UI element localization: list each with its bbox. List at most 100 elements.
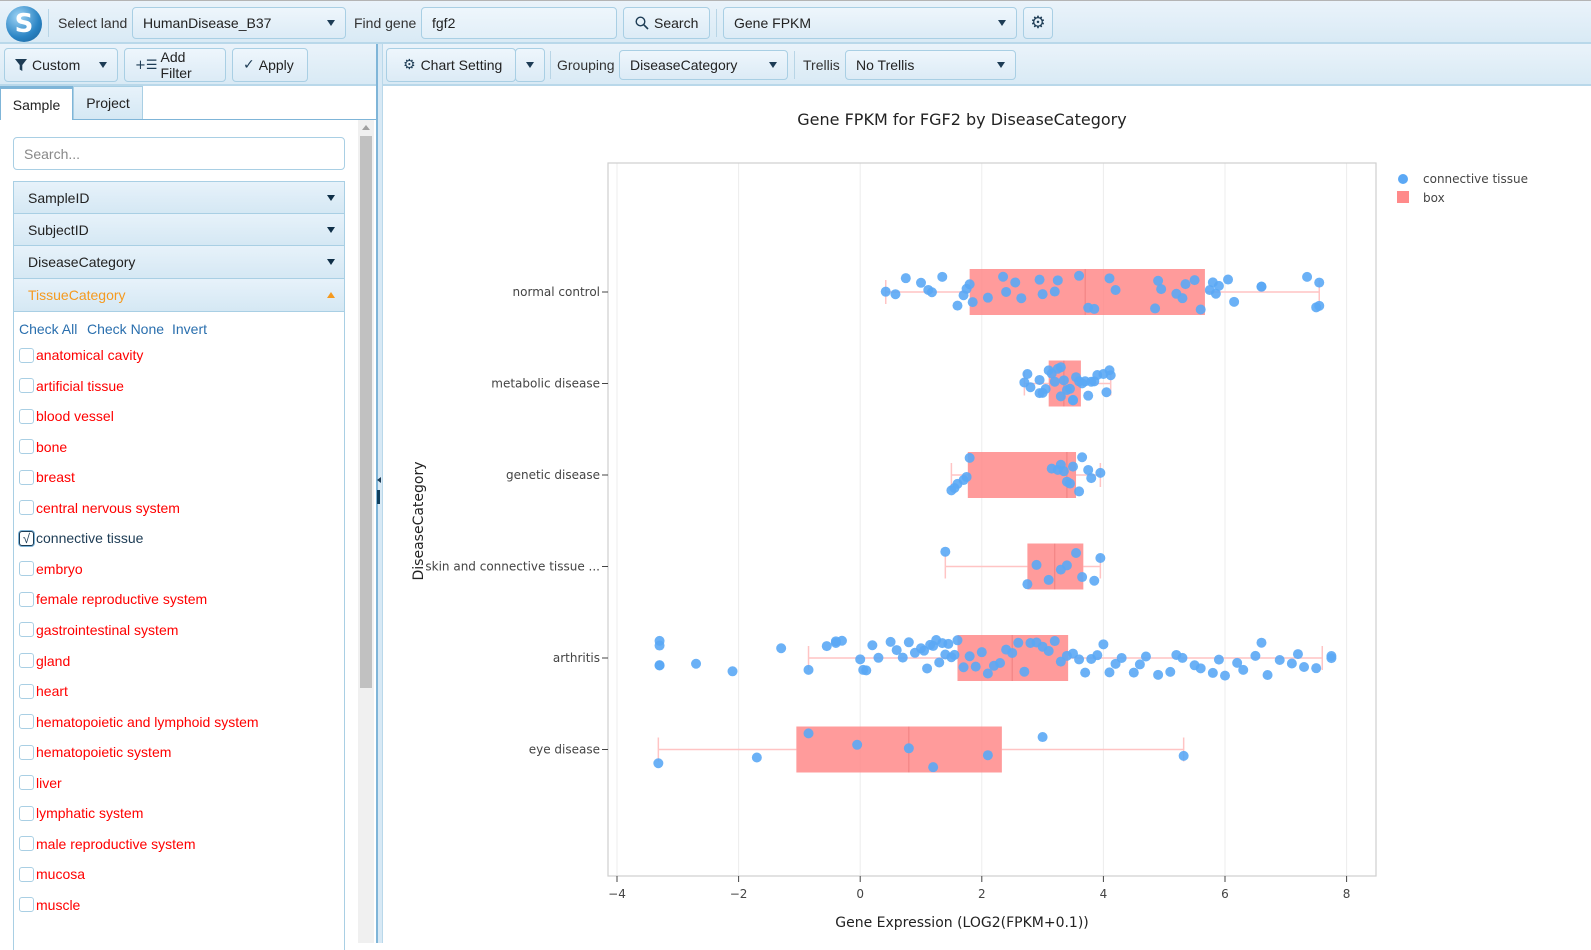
measure-select[interactable]: Gene FPKM <box>723 7 1017 39</box>
tissue-item-label: hematopoietic system <box>36 744 172 761</box>
accordion-tissuecategory[interactable]: TissueCategory <box>13 279 345 312</box>
splitter-handle[interactable] <box>377 490 380 504</box>
panel-scrollbar[interactable] <box>358 120 374 943</box>
data-point <box>1074 654 1085 665</box>
scroll-up-arrow-icon[interactable] <box>362 125 370 130</box>
tissue-item[interactable]: gland <box>19 651 70 671</box>
trellis-select[interactable]: No Trellis <box>845 50 1016 80</box>
checkbox[interactable] <box>19 744 34 760</box>
chevron-down-icon <box>327 227 335 233</box>
x-tick-label: 6 <box>1221 887 1229 901</box>
checkbox[interactable] <box>19 805 34 821</box>
checkbox[interactable] <box>19 347 34 363</box>
divider <box>550 51 551 79</box>
tissue-item[interactable]: gastrointestinal system <box>19 620 178 640</box>
checkbox[interactable] <box>19 439 34 455</box>
custom-filter-dropdown[interactable]: Custom <box>4 48 118 82</box>
data-point <box>1092 650 1103 661</box>
checkbox[interactable] <box>19 836 34 852</box>
y-tick-label: normal control <box>513 285 600 299</box>
land-select[interactable]: HumanDisease_B37 <box>132 7 346 39</box>
tissue-item[interactable]: hematopoietic system <box>19 742 171 762</box>
chevron-down-icon <box>99 62 107 68</box>
tab-sample[interactable]: Sample <box>0 86 73 120</box>
data-point <box>1061 560 1072 571</box>
tissue-item[interactable]: liver <box>19 773 62 793</box>
settings-button[interactable]: ⚙ <box>1023 7 1053 39</box>
tissue-item[interactable]: mucosa <box>19 864 85 884</box>
checkbox[interactable] <box>19 591 34 607</box>
scrollbar-thumb[interactable] <box>360 136 372 688</box>
checkbox[interactable] <box>19 378 34 394</box>
data-point <box>1077 452 1088 463</box>
checkbox[interactable] <box>19 866 34 882</box>
checkbox[interactable] <box>19 500 34 516</box>
checkbox[interactable] <box>19 561 34 577</box>
tissue-item[interactable]: hematopoietic and lymphoid system <box>19 712 259 732</box>
tissue-item[interactable]: bone <box>19 437 67 457</box>
data-point <box>900 273 911 284</box>
chart-setting-button[interactable]: ⚙ Chart Setting <box>386 48 516 82</box>
tissue-item[interactable]: heart <box>19 681 68 701</box>
accordion-sampleid[interactable]: SampleID <box>13 181 345 214</box>
filter-search-input[interactable]: Search... <box>13 137 345 170</box>
data-point <box>727 666 738 677</box>
check-none-link[interactable]: Check None <box>87 321 164 337</box>
chevron-down-icon <box>997 62 1005 68</box>
data-point <box>964 452 975 463</box>
search-button[interactable]: Search <box>623 7 710 39</box>
data-point <box>928 762 939 773</box>
data-point <box>1064 383 1075 394</box>
box-0 <box>884 269 1320 315</box>
checkbox[interactable] <box>19 622 34 638</box>
chart-setting-dropdown[interactable] <box>515 48 545 82</box>
check-all-link[interactable]: Check All <box>19 321 77 337</box>
tissue-item[interactable]: central nervous system <box>19 498 180 518</box>
tissue-item[interactable]: male reproductive system <box>19 834 196 854</box>
tissue-item[interactable]: female reproductive system <box>19 589 207 609</box>
tissue-item[interactable]: √ connective tissue <box>19 528 143 548</box>
checkbox[interactable] <box>19 653 34 668</box>
tissue-item[interactable]: muscle <box>19 895 80 915</box>
checkbox[interactable] <box>19 897 34 913</box>
data-point <box>1049 376 1060 387</box>
tab-project[interactable]: Project <box>73 86 143 119</box>
tissue-item[interactable]: breast <box>19 467 75 487</box>
collapse-arrow-icon[interactable] <box>377 477 381 483</box>
add-filter-button[interactable]: +☰ Add Filter <box>124 48 226 82</box>
accordion-diseasecategory[interactable]: DiseaseCategory <box>13 246 345 279</box>
add-filter-icon: +☰ <box>135 57 158 73</box>
checkbox[interactable] <box>19 775 34 791</box>
data-point <box>964 279 975 290</box>
accordion-subjectid[interactable]: SubjectID <box>13 214 345 246</box>
invert-link[interactable]: Invert <box>172 321 207 337</box>
data-point <box>1195 304 1206 315</box>
data-point <box>1058 466 1069 477</box>
tissue-item[interactable]: lymphatic system <box>19 803 143 823</box>
app-logo[interactable]: S <box>6 6 42 42</box>
data-point <box>926 287 937 298</box>
checkbox[interactable] <box>19 408 34 424</box>
checkbox[interactable] <box>19 683 34 699</box>
data-point <box>691 658 702 669</box>
data-point <box>1178 750 1189 761</box>
tissue-item[interactable]: embryo <box>19 559 83 579</box>
panel-splitter[interactable] <box>376 44 383 943</box>
y-axis-label: DiseaseCategory <box>411 461 427 580</box>
data-point <box>1049 636 1060 647</box>
legend-label: box <box>1423 191 1445 205</box>
grouping-select[interactable]: DiseaseCategory <box>619 50 788 80</box>
tissue-item[interactable]: anatomical cavity <box>19 345 143 365</box>
tissue-item[interactable]: artificial tissue <box>19 376 124 396</box>
apply-button[interactable]: ✓ Apply <box>232 48 308 82</box>
checkbox[interactable] <box>19 469 34 485</box>
legend-point-icon <box>1398 174 1408 184</box>
gene-input[interactable]: fgf2 <box>421 7 617 39</box>
checkbox-checked[interactable]: √ <box>19 530 34 546</box>
data-point <box>1037 732 1048 743</box>
checkbox[interactable] <box>19 714 34 730</box>
boxes-layer <box>657 269 1324 773</box>
tissue-item[interactable]: blood vessel <box>19 406 114 426</box>
data-point <box>1043 645 1054 656</box>
tissue-item-label: mucosa <box>36 866 86 883</box>
